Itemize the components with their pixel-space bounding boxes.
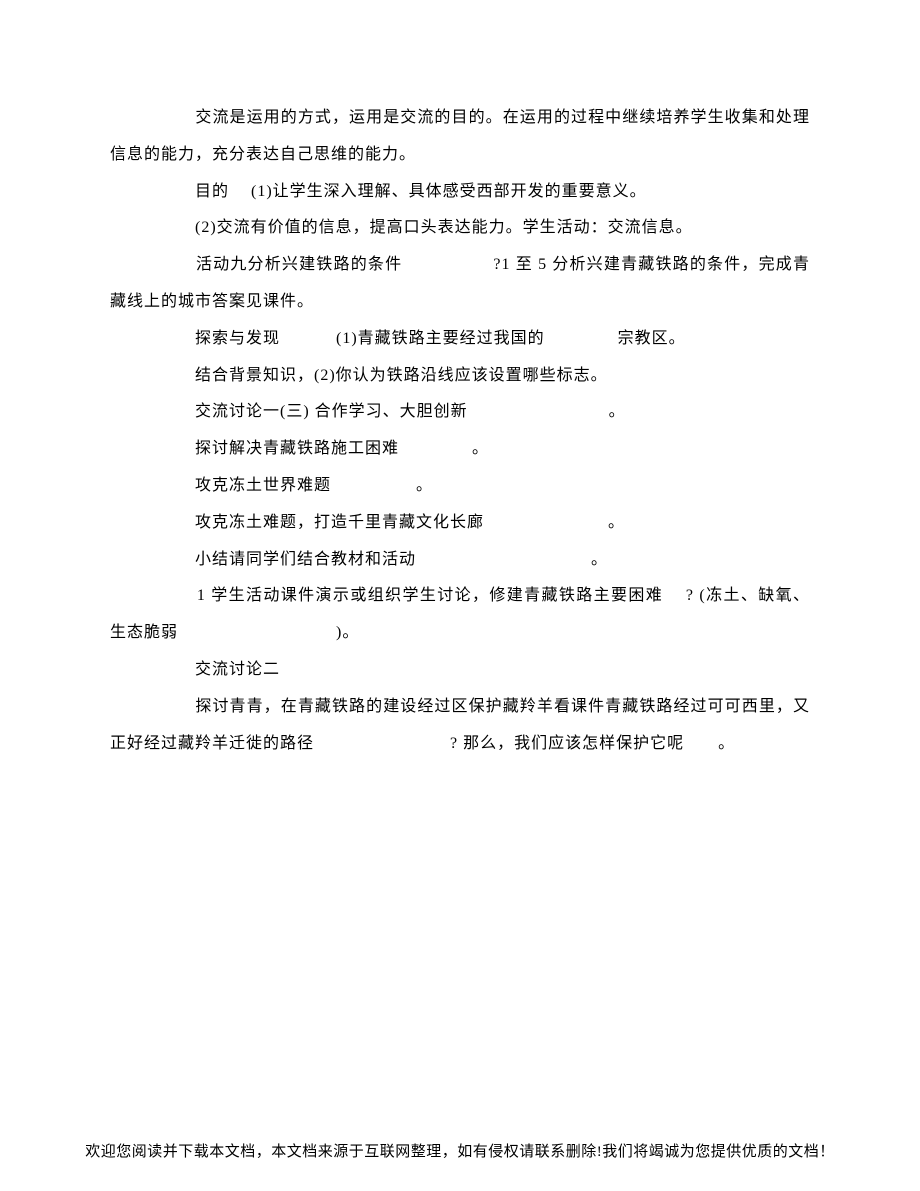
paragraph-8: 探讨解决青藏铁路施工困难 。 <box>110 431 810 468</box>
paragraph-2: 目的 (1)让学生深入理解、具体感受西部开发的重要意义。 <box>110 174 810 211</box>
paragraph-14: 探讨青青，在青藏铁路的建设经过区保护藏羚羊看课件青藏铁路经过可可西里，又正好经过… <box>110 689 810 763</box>
paragraph-5: 探索与发现 (1)青藏铁路主要经过我国的 宗教区。 <box>110 321 810 358</box>
paragraph-10: 攻克冻土难题，打造千里青藏文化长廊 。 <box>110 505 810 542</box>
paragraph-12: 1 学生活动课件演示或组织学生讨论，修建青藏铁路主要困难 ? (冻土、缺氧、生态… <box>110 578 810 652</box>
paragraph-6: 结合背景知识，(2)你认为铁路沿线应该设置哪些标志。 <box>110 358 810 395</box>
paragraph-1: 交流是运用的方式，运用是交流的目的。在运用的过程中继续培养学生收集和处理信息的能… <box>110 100 810 174</box>
document-page: 交流是运用的方式，运用是交流的目的。在运用的过程中继续培养学生收集和处理信息的能… <box>0 0 920 762</box>
paragraph-11: 小结请同学们结合教材和活动 。 <box>110 542 810 579</box>
paragraph-3: (2)交流有价值的信息，提高口头表达能力。学生活动：交流信息。 <box>110 210 810 247</box>
paragraph-4: 活动九分析兴建铁路的条件 ?1 至 5 分析兴建青藏铁路的条件，完成青藏线上的城… <box>110 247 810 321</box>
paragraph-9: 攻克冻土世界难题 。 <box>110 468 810 505</box>
page-footer: 欢迎您阅读并下载本文档，本文档来源于互联网整理，如有侵权请联系删除!我们将竭诚为… <box>0 1140 920 1161</box>
paragraph-7: 交流讨论一(三) 合作学习、大胆创新 。 <box>110 394 810 431</box>
paragraph-13: 交流讨论二 <box>110 652 810 689</box>
